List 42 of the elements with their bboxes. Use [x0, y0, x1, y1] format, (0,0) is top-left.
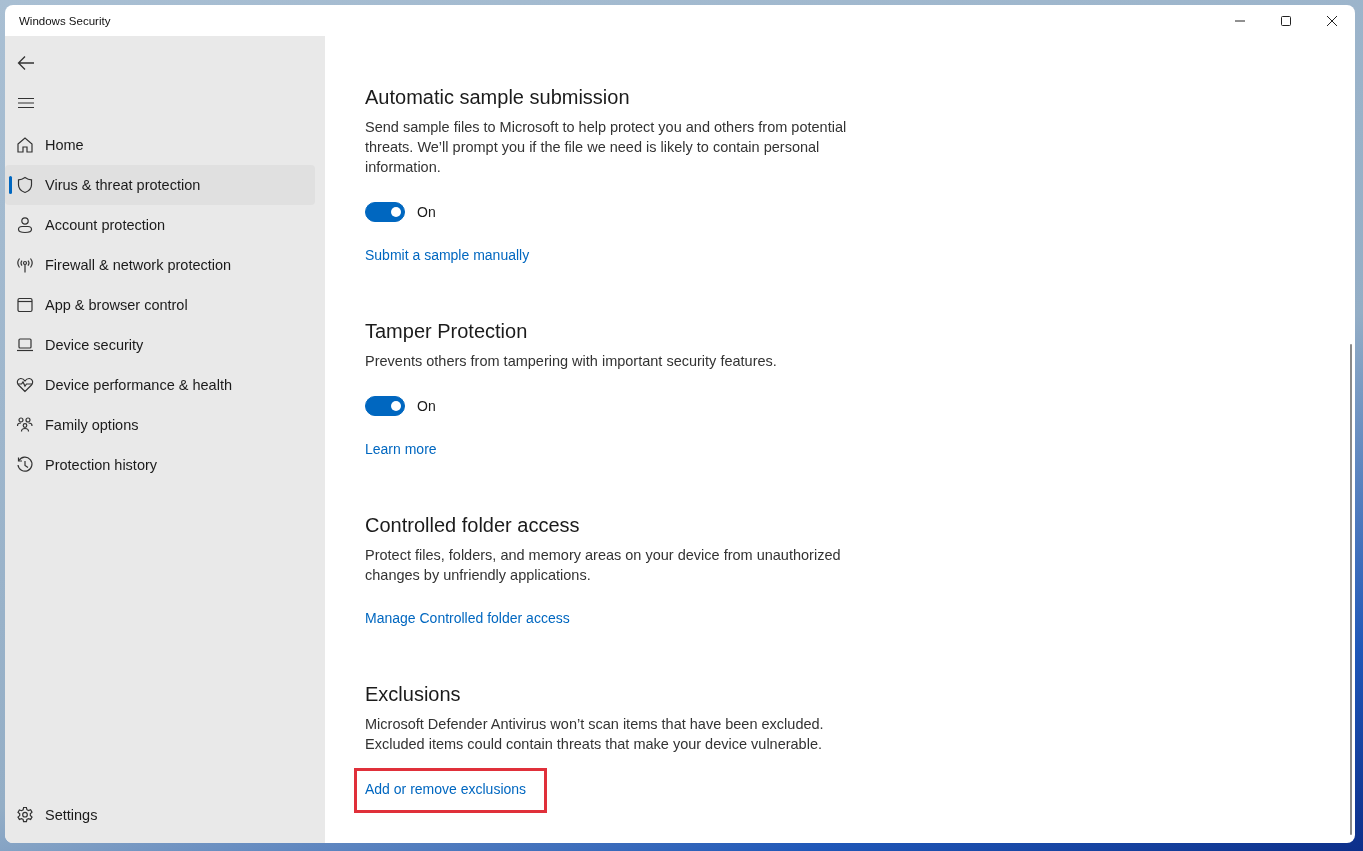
window-icon	[16, 296, 34, 314]
link[interactable]: Submit a sample manually	[365, 247, 530, 263]
nav-item[interactable]: App & browser control	[5, 285, 315, 325]
settings-icon	[16, 806, 34, 824]
close-icon	[1326, 14, 1338, 27]
window-title: Windows Security	[18, 14, 112, 27]
nav-item[interactable]: Virus & threat protection	[5, 165, 315, 205]
nav-item[interactable]: Device performance & health	[5, 365, 315, 405]
section-heading: Controlled folder access	[365, 514, 581, 537]
section-heading: Automatic sample submission	[365, 86, 631, 109]
section-description: Send sample files to Microsoft to help protect you and others from potential threats. We’ll prompt you if the file we need is likely to contain personal information.	[365, 118, 848, 177]
nav-item[interactable]: Account protection	[5, 205, 315, 245]
link[interactable]: Learn more	[365, 441, 437, 457]
nav-item[interactable]: Device security	[5, 325, 315, 365]
nav-item[interactable]: Home	[5, 125, 315, 165]
section-description: Protect files, folders, and memory areas on your device from unauthorized changes by unfriendly applications.	[365, 546, 842, 585]
toggle-label: On	[417, 398, 436, 414]
toggle-label: On	[417, 204, 436, 220]
heart-pulse-icon	[16, 376, 34, 394]
section-description: Microsoft Defender Antivirus won’t scan items that have been excluded. Excluded items could contain threats that make your device vulnerable.	[365, 715, 825, 754]
section-description: Prevents others from tampering with important security features.	[365, 352, 778, 371]
menu-icon	[18, 97, 34, 109]
nav-item[interactable]: Firewall & network protection	[5, 245, 315, 285]
person-icon	[16, 216, 34, 234]
antenna-icon	[16, 256, 34, 274]
nav-item[interactable]: Family options	[5, 405, 315, 445]
scrollbar-thumb[interactable]	[1350, 344, 1352, 835]
people-icon	[16, 416, 34, 434]
nav-item[interactable]: Protection history	[5, 445, 315, 485]
link[interactable]: Manage Controlled folder access	[365, 610, 570, 626]
home-icon	[16, 136, 34, 154]
toggle-switch[interactable]	[365, 396, 405, 416]
toggle-switch[interactable]	[365, 202, 405, 222]
link[interactable]: Add or remove exclusions	[365, 781, 527, 797]
settings-item[interactable]: Settings	[5, 795, 315, 835]
back-arrow-icon	[17, 55, 35, 71]
history-icon	[16, 456, 34, 474]
section-heading: Tamper Protection	[365, 320, 529, 343]
maximize-icon	[1280, 14, 1292, 27]
section-heading: Exclusions	[365, 683, 462, 706]
laptop-icon	[16, 336, 34, 354]
shield-icon	[16, 176, 34, 194]
